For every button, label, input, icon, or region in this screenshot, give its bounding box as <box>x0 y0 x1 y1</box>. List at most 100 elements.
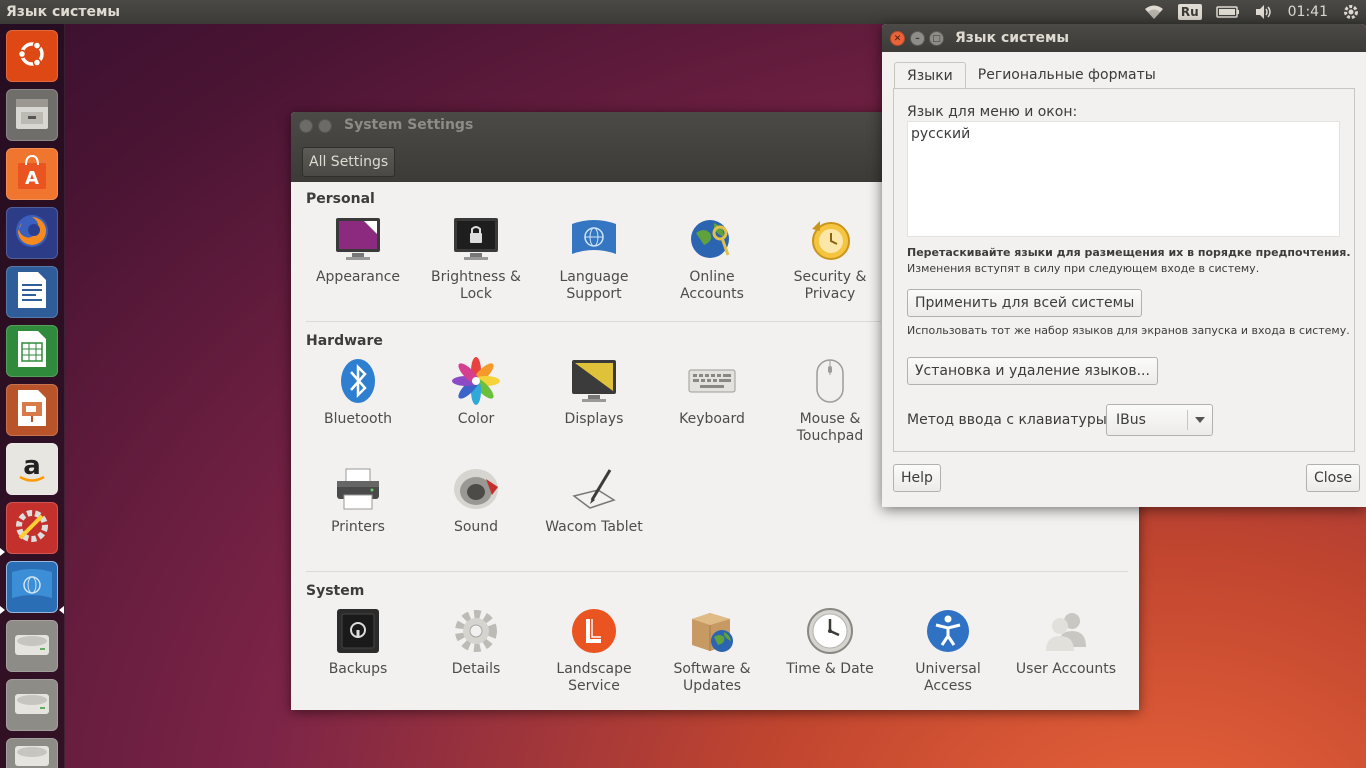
install-remove-languages-button[interactable]: Установка и удаление языков... <box>907 357 1158 385</box>
settings-item-online-accounts[interactable]: Online Accounts <box>653 215 771 303</box>
calc-spreadsheet-icon <box>14 329 50 373</box>
printer-icon <box>334 465 382 513</box>
input-method-value: IBus <box>1116 412 1146 428</box>
settings-item-universal-access[interactable]: Universal Access <box>889 607 1007 695</box>
settings-item-color[interactable]: Color <box>417 357 535 428</box>
settings-item-label: Sound <box>453 519 499 535</box>
close-window-button[interactable] <box>299 119 313 133</box>
tab-languages[interactable]: Языки <box>894 62 966 88</box>
running-indicator <box>0 606 5 614</box>
help-button[interactable]: Help <box>893 464 941 492</box>
chevron-down-icon <box>1188 417 1212 423</box>
settings-item-label: Language <box>559 269 629 285</box>
clock[interactable]: 01:41 <box>1288 4 1328 20</box>
svg-text:a: a <box>23 451 41 481</box>
tab-regional-formats[interactable]: Региональные форматы <box>966 62 1168 88</box>
maximize-window-button[interactable]: □ <box>929 31 944 46</box>
volume-icon[interactable] <box>1254 4 1274 20</box>
bluetooth-icon <box>334 357 382 405</box>
settings-item-label: Security & <box>793 269 867 285</box>
launcher-system-settings[interactable] <box>6 502 58 554</box>
launcher-firefox[interactable] <box>6 207 58 259</box>
settings-item-time-date[interactable]: Time & Date <box>771 607 889 678</box>
settings-item-appearance[interactable]: Appearance <box>299 215 417 286</box>
settings-item-mouse-touchpad[interactable]: Mouse & Touchpad <box>771 357 889 445</box>
settings-item-displays[interactable]: Displays <box>535 357 653 428</box>
online-accounts-icon <box>688 215 736 263</box>
input-method-label: Метод ввода с клавиатуры: <box>907 412 1112 428</box>
launcher-calc[interactable] <box>6 325 58 377</box>
settings-item-landscape-service[interactable]: Landscape Service <box>535 607 653 695</box>
effect-hint: Изменения вступят в силу при следующем в… <box>907 262 1260 275</box>
settings-item-label: Mouse & <box>799 411 861 427</box>
settings-item-label-2: Lock <box>460 286 492 302</box>
software-box-globe-icon <box>688 607 736 655</box>
wacom-tablet-icon <box>570 465 618 513</box>
launcher-amazon[interactable]: a <box>6 443 58 495</box>
settings-item-label: Time & Date <box>786 661 874 677</box>
language-list[interactable]: русский <box>907 121 1340 237</box>
minimize-window-button[interactable] <box>318 119 332 133</box>
writer-document-icon <box>14 270 50 314</box>
launcher-writer[interactable] <box>6 266 58 318</box>
settings-item-label: Displays <box>564 411 624 427</box>
input-method-combo[interactable]: IBus <box>1106 404 1213 436</box>
running-indicator <box>0 548 5 556</box>
launcher-dash[interactable] <box>6 30 58 82</box>
impress-presentation-icon <box>14 388 50 432</box>
drive-icon <box>12 739 52 768</box>
language-list-item[interactable]: русский <box>908 122 1339 146</box>
landscape-icon <box>570 607 618 655</box>
gear-icon <box>452 607 500 655</box>
appearance-icon <box>334 215 382 263</box>
battery-icon[interactable] <box>1215 5 1240 19</box>
settings-item-security-privacy[interactable]: Security & Privacy <box>771 215 889 303</box>
minimize-window-button[interactable]: – <box>910 31 925 46</box>
indicator-area: Ru 01:41 <box>1144 3 1360 21</box>
keyboard-layout-indicator[interactable]: Ru <box>1177 4 1202 20</box>
wifi-icon[interactable] <box>1144 4 1164 20</box>
all-settings-button[interactable]: All Settings <box>302 147 396 177</box>
launcher-impress[interactable] <box>6 384 58 436</box>
settings-item-keyboard[interactable]: Keyboard <box>653 357 771 428</box>
close-window-button[interactable]: ✕ <box>890 31 905 46</box>
drag-hint: Перетаскивайте языки для размещения их в… <box>907 246 1351 259</box>
settings-item-printers[interactable]: Printers <box>299 465 417 536</box>
launcher-software[interactable]: A <box>6 148 58 200</box>
gear-icon[interactable] <box>1342 3 1360 21</box>
close-button[interactable]: Close <box>1306 464 1361 492</box>
settings-item-label: Wacom Tablet <box>545 519 643 535</box>
users-icon <box>1042 607 1090 655</box>
settings-item-label: Details <box>451 661 501 677</box>
color-flower-icon <box>452 357 500 405</box>
apply-system-wide-button[interactable]: Применить для всей системы <box>907 289 1143 317</box>
window-title: System Settings <box>344 117 474 133</box>
settings-item-label-2: Access <box>924 678 972 694</box>
settings-item-brightness-lock[interactable]: Brightness & Lock <box>417 215 535 303</box>
language-support-window: ✕ – □ Язык системы Языки Региональные фо… <box>882 24 1366 507</box>
settings-item-wacom-tablet[interactable]: Wacom Tablet <box>535 465 653 536</box>
settings-item-software-updates[interactable]: Software & Updates <box>653 607 771 695</box>
launcher-drive-2[interactable] <box>6 679 58 731</box>
top-panel: Язык системы Ru 01:41 <box>0 0 1366 24</box>
settings-item-user-accounts[interactable]: User Accounts <box>1007 607 1125 678</box>
settings-item-label: Bluetooth <box>324 411 392 427</box>
keyboard-icon <box>688 357 736 405</box>
brightness-lock-icon <box>452 215 500 263</box>
launcher-language-support[interactable] <box>6 561 58 613</box>
menu-language-label: Язык для меню и окон: <box>907 104 1078 120</box>
settings-item-language-support[interactable]: Language Support <box>535 215 653 303</box>
settings-item-details[interactable]: Details <box>417 607 535 678</box>
settings-item-bluetooth[interactable]: Bluetooth <box>299 357 417 428</box>
language-flag-icon <box>10 568 54 606</box>
language-flag-icon <box>570 215 618 263</box>
section-separator <box>306 321 881 322</box>
window-title: Язык системы <box>955 30 1070 46</box>
launcher-files[interactable] <box>6 89 58 141</box>
launcher-drive-1[interactable] <box>6 620 58 672</box>
settings-item-sound[interactable]: Sound <box>417 465 535 536</box>
launcher-drive-3[interactable] <box>6 738 58 768</box>
launcher: A a <box>0 24 65 768</box>
drive-icon <box>12 627 52 665</box>
settings-item-backups[interactable]: Backups <box>299 607 417 678</box>
